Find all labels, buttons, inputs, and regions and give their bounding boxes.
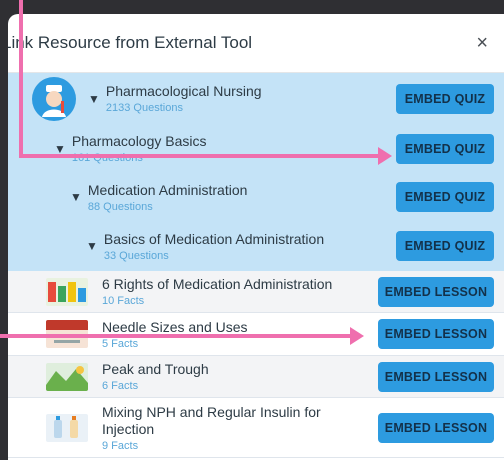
embed-quiz-button[interactable]: EMBED QUIZ	[396, 182, 494, 212]
quiz-title: Basics of Medication Administration	[103, 230, 325, 247]
quiz-title: Medication Administration	[87, 181, 248, 198]
annotation-arrow-line	[19, 0, 23, 158]
fact-count: 9 Facts	[102, 439, 139, 452]
lesson-thumbnail	[46, 362, 88, 391]
embed-lesson-button[interactable]: EMBED LESSON	[378, 413, 494, 443]
quiz-row-pharmacology-basics[interactable]: ▼ Pharmacology Basics 161 Questions EMBE…	[8, 125, 504, 173]
embed-quiz-button[interactable]: EMBED QUIZ	[396, 134, 494, 164]
quiz-row-pharmacological-nursing[interactable]: ▼ Pharmacological Nursing 2133 Questions…	[8, 73, 504, 125]
question-count: 2133 Questions	[105, 102, 183, 114]
embed-quiz-button[interactable]: EMBED QUIZ	[396, 84, 494, 114]
close-icon[interactable]: ×	[472, 32, 492, 55]
question-count: 33 Questions	[103, 249, 169, 262]
nurse-avatar-icon	[32, 76, 76, 121]
lesson-thumbnail	[46, 413, 88, 442]
fact-count: 10 Facts	[102, 295, 145, 307]
lesson-title: Peak and Trough	[102, 361, 209, 377]
fact-count: 6 Facts	[102, 380, 139, 392]
lesson-title: Needle Sizes and Uses	[102, 318, 248, 335]
question-count: 88 Questions	[87, 200, 153, 213]
quiz-row-basics-of-medication-administration[interactable]: ▼ Basics of Medication Administration 33…	[8, 222, 504, 271]
lesson-row-peak-and-trough[interactable]: Peak and Trough 6 Facts EMBED LESSON	[8, 356, 504, 398]
fact-count: 5 Facts	[102, 337, 139, 350]
lesson-title: Mixing NPH and Regular Insulin for Injec…	[102, 403, 321, 437]
chevron-down-icon[interactable]: ▼	[86, 239, 98, 253]
quiz-title: Pharmacology Basics	[71, 133, 207, 149]
embed-lesson-button[interactable]: EMBED LESSON	[378, 319, 494, 349]
chevron-down-icon[interactable]: ▼	[70, 190, 82, 204]
dialog-title: Link Resource from External Tool	[8, 33, 253, 52]
annotation-arrowhead	[350, 327, 364, 345]
link-resource-dialog: Link Resource from External Tool × ▼ Pha…	[8, 14, 504, 460]
lesson-row-mixing-nph-insulin[interactable]: Mixing NPH and Regular Insulin for Injec…	[8, 398, 504, 458]
annotation-arrow-line	[0, 334, 353, 338]
quiz-title: Pharmacological Nursing	[105, 83, 262, 99]
dialog-header: Link Resource from External Tool ×	[8, 14, 504, 73]
embed-quiz-button[interactable]: EMBED QUIZ	[396, 231, 494, 261]
lesson-thumbnail	[46, 277, 88, 306]
lesson-title: 6 Rights of Medication Administration	[102, 276, 333, 292]
lesson-row-6-rights[interactable]: 6 Rights of Medication Administration 10…	[8, 271, 504, 313]
embed-lesson-button[interactable]: EMBED LESSON	[378, 362, 494, 392]
embed-lesson-button[interactable]: EMBED LESSON	[378, 277, 494, 307]
chevron-down-icon[interactable]: ▼	[88, 92, 100, 106]
annotation-arrow-line	[19, 154, 381, 158]
quiz-row-medication-administration[interactable]: ▼ Medication Administration 88 Questions…	[8, 173, 504, 222]
annotation-arrowhead	[378, 147, 392, 165]
